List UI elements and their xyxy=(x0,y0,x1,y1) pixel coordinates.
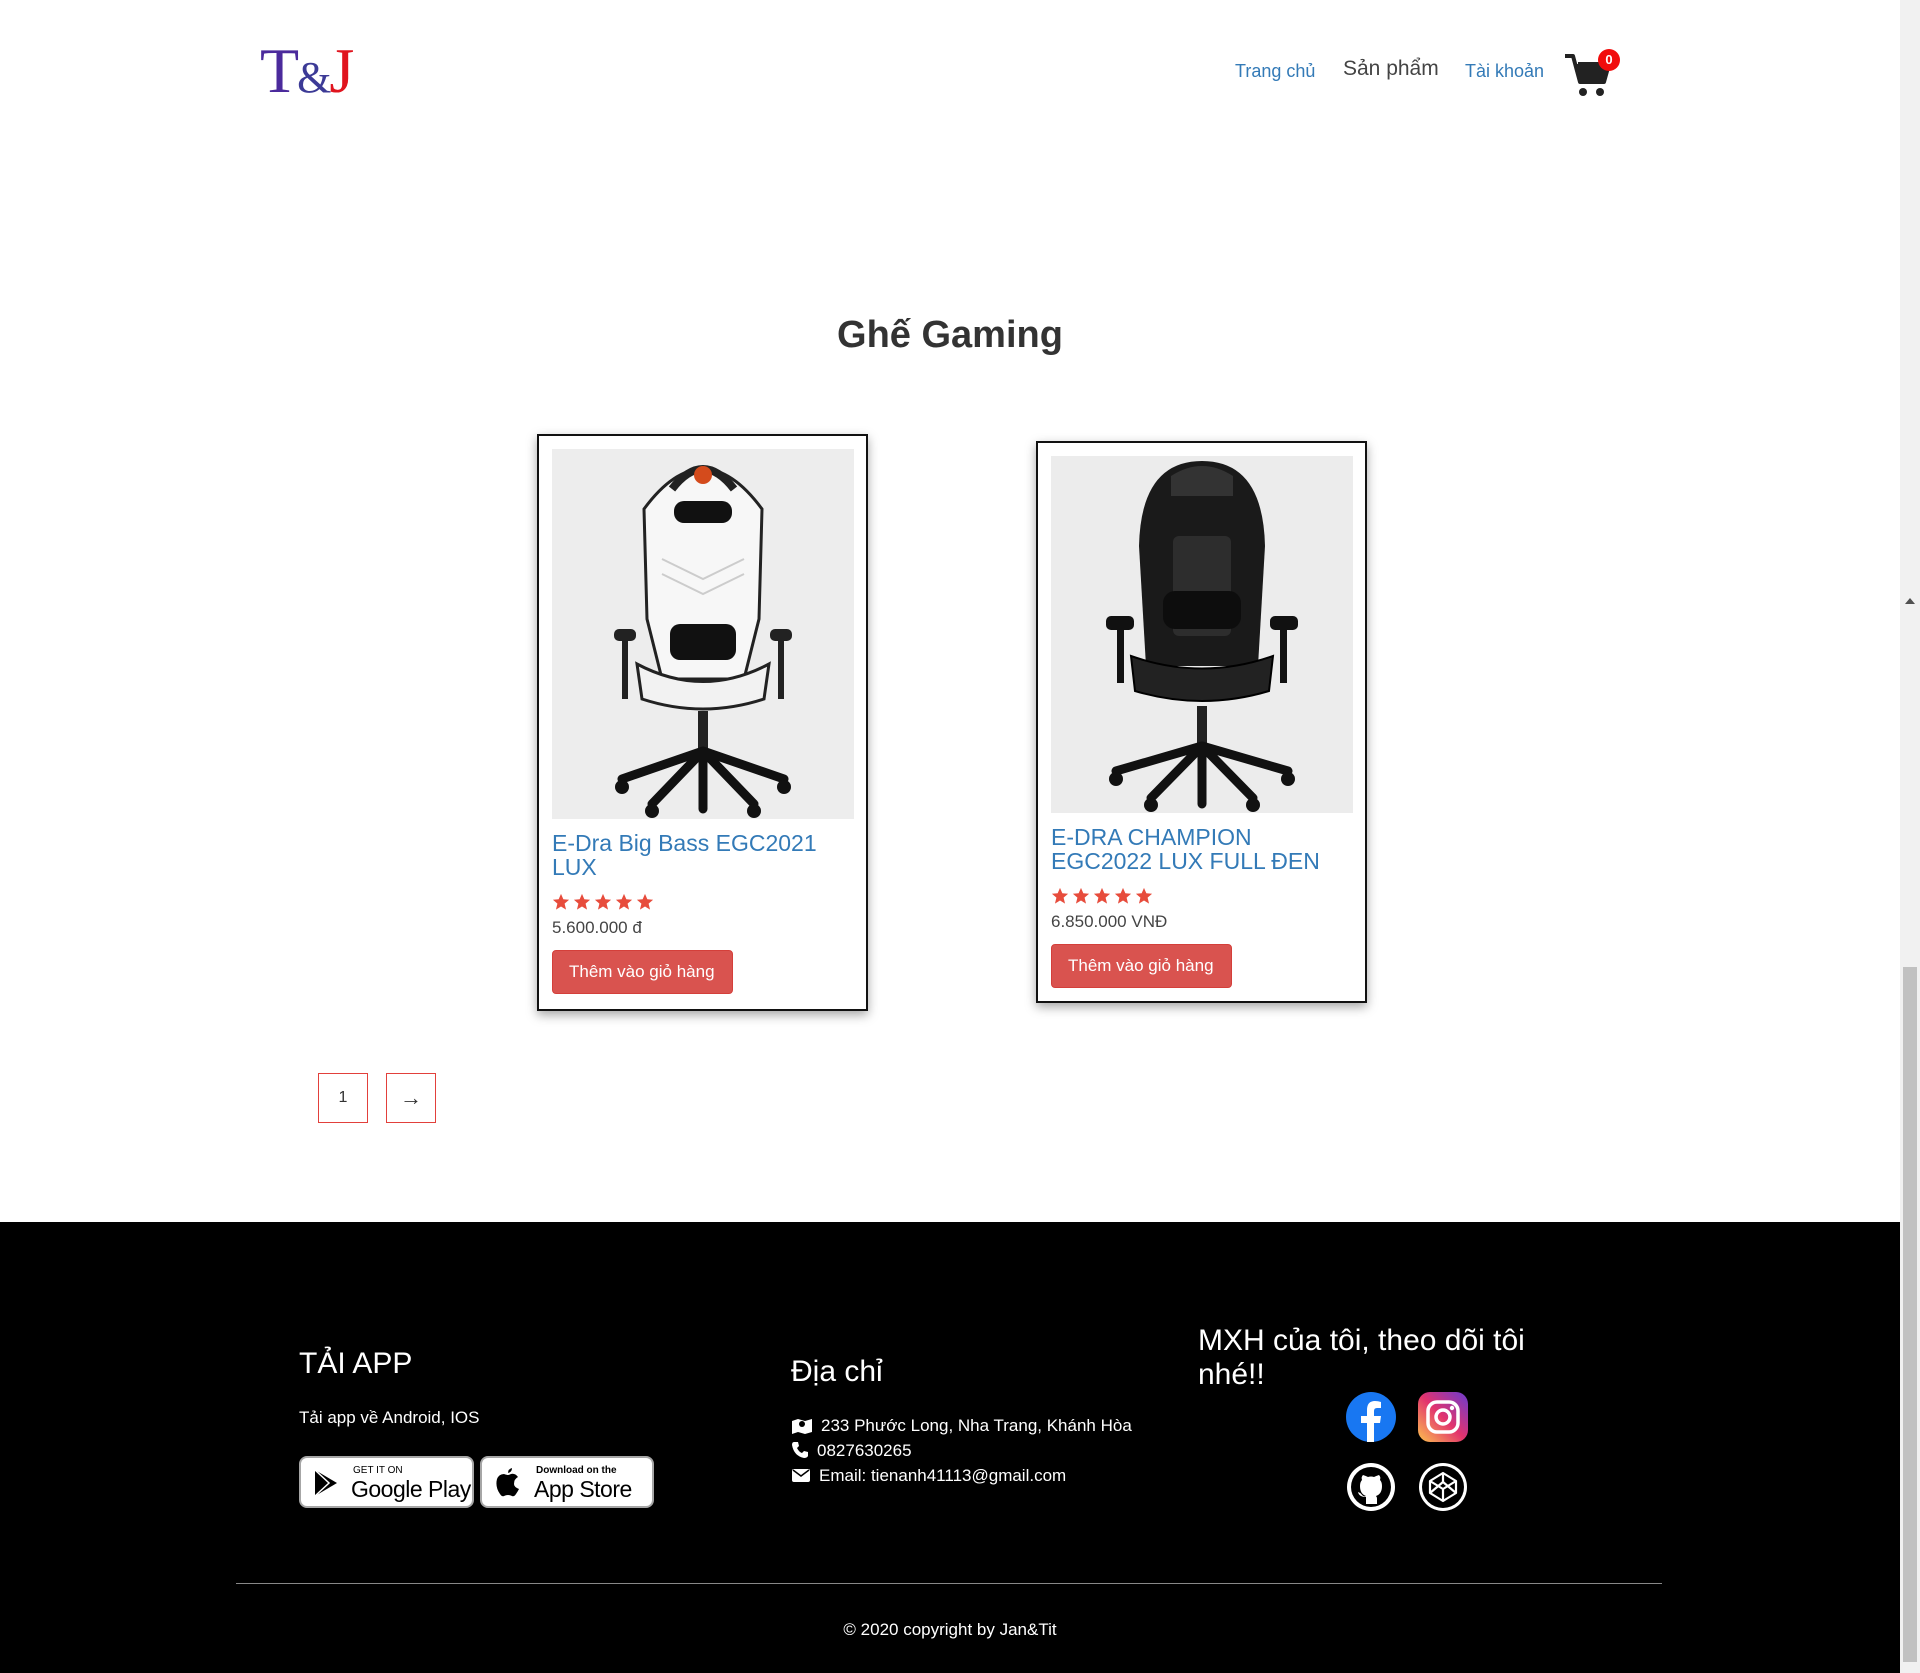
pagination-page-1[interactable]: 1 xyxy=(318,1073,368,1123)
product-image-black-chair[interactable] xyxy=(1051,456,1353,813)
product-name-link[interactable]: E-DRA CHAMPION EGC2022 LUX FULL ĐEN xyxy=(1051,825,1352,873)
star-icon xyxy=(1093,887,1111,904)
footer-address-title: Địa chỉ xyxy=(791,1355,883,1388)
footer-app-title: TẢI APP xyxy=(299,1347,413,1380)
google-play-badge[interactable]: GET IT ON Google Play xyxy=(299,1456,474,1508)
google-play-icon xyxy=(314,1469,337,1497)
add-to-cart-button[interactable]: Thêm vào giỏ hàng xyxy=(1051,944,1232,988)
star-icon xyxy=(1051,887,1069,904)
pagination-next-button[interactable]: → xyxy=(386,1073,436,1123)
product-rating xyxy=(1051,887,1352,905)
footer: TẢI APP Tải app về Android, IOS GET IT O… xyxy=(0,1222,1900,1673)
star-icon xyxy=(636,893,654,910)
site-logo[interactable]: T&J xyxy=(260,36,354,113)
product-card: E-Dra Big Bass EGC2021 LUX 5.600.000 đ T… xyxy=(537,434,868,1011)
product-rating xyxy=(552,893,853,911)
cart-count-badge: 0 xyxy=(1598,49,1620,71)
product-image-white-chair[interactable] xyxy=(552,449,854,819)
footer-app-text: Tải app về Android, IOS xyxy=(299,1408,480,1427)
white-gaming-chair-image xyxy=(552,449,854,819)
nav-link-home[interactable]: Trang chủ xyxy=(1235,58,1315,84)
phone-icon xyxy=(792,1442,808,1458)
address-line: 233 Phước Long, Nha Trang, Khánh Hòa xyxy=(791,1415,1132,1437)
star-icon xyxy=(1135,887,1153,904)
product-price: 5.600.000 đ xyxy=(552,918,642,937)
facebook-icon[interactable] xyxy=(1346,1392,1396,1442)
instagram-icon[interactable] xyxy=(1418,1392,1468,1442)
github-icon[interactable] xyxy=(1346,1462,1396,1512)
map-icon xyxy=(792,1419,812,1434)
scroll-up-arrow-icon[interactable] xyxy=(1905,598,1915,604)
nav-link-account[interactable]: Tài khoản xyxy=(1465,58,1544,84)
star-icon xyxy=(573,893,591,910)
nav-link-products[interactable]: Sản phẩm xyxy=(1343,56,1439,82)
black-gaming-chair-image xyxy=(1051,456,1353,813)
phone-line: 0827630265 xyxy=(791,1440,912,1462)
section-title: Ghế Gaming xyxy=(837,314,1063,356)
email-line: Email: tienanh41113@gmail.com xyxy=(791,1465,1066,1487)
add-to-cart-button[interactable]: Thêm vào giỏ hàng xyxy=(552,950,733,994)
star-icon xyxy=(1072,887,1090,904)
star-icon xyxy=(552,893,570,910)
apple-icon xyxy=(496,1468,519,1497)
product-price: 6.850.000 VNĐ xyxy=(1051,912,1168,931)
star-icon xyxy=(594,893,612,910)
copyright-text: © 2020 copyright by Jan&Tit xyxy=(843,1620,1057,1639)
footer-divider xyxy=(236,1583,1662,1584)
star-icon xyxy=(615,893,633,910)
footer-social-title: MXH của tôi, theo dõi tôi nhé!! xyxy=(1198,1324,1525,1391)
product-name-link[interactable]: E-Dra Big Bass EGC2021 LUX xyxy=(552,831,853,879)
product-card: E-DRA CHAMPION EGC2022 LUX FULL ĐEN 6.85… xyxy=(1036,441,1367,1003)
scrollbar-thumb[interactable] xyxy=(1903,967,1917,1662)
envelope-icon xyxy=(792,1469,810,1482)
star-icon xyxy=(1114,887,1132,904)
codepen-icon[interactable] xyxy=(1418,1462,1468,1512)
app-store-badge[interactable]: Download on the App Store xyxy=(480,1456,654,1508)
